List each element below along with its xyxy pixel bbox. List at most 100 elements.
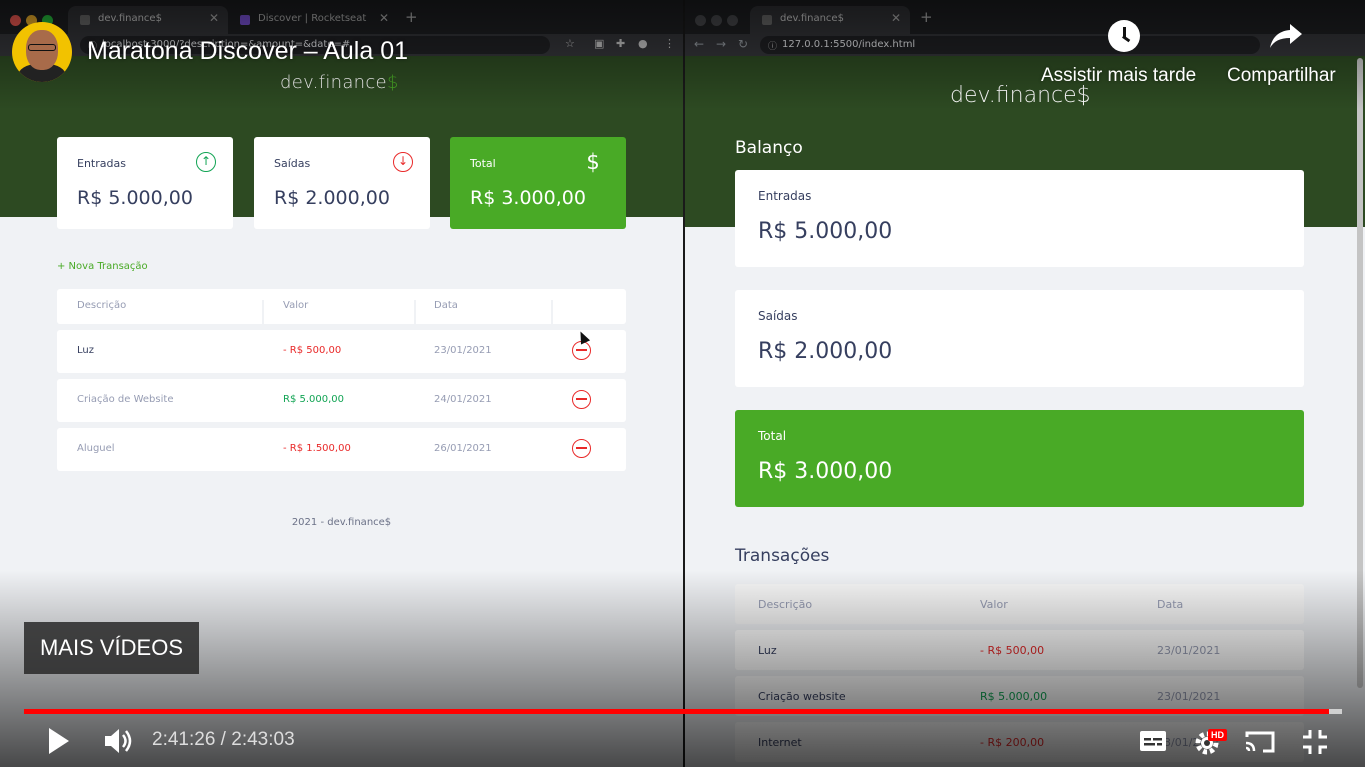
favicon-icon <box>240 15 250 25</box>
transaction-description: Luz <box>77 345 94 356</box>
transaction-amount: - R$ 200,00 <box>980 736 1045 749</box>
transaction-description: Aluguel <box>77 443 115 454</box>
remove-transaction-icon[interactable] <box>572 390 591 409</box>
right-toolbar: ← → ↻ ⓘ 127.0.0.1:5500/index.html <box>685 34 1365 56</box>
transaction-date: 23/01/2021 <box>1157 644 1221 657</box>
share-arrow-icon[interactable] <box>1268 22 1304 50</box>
url-text: 127.0.0.1:5500/index.html <box>782 39 916 50</box>
card-label: Saídas <box>758 309 798 323</box>
avatar-glasses <box>28 44 56 51</box>
subtitles-icon[interactable] <box>1139 729 1167 753</box>
transaction-date: 26/01/2021 <box>434 443 492 454</box>
total-card: Total R$ 3.000,00 <box>735 410 1304 507</box>
extension-icon[interactable]: ▣ <box>594 37 604 50</box>
window-controls <box>695 11 743 30</box>
transaction-date: 23/01/2021 <box>434 345 492 356</box>
tab-label: dev.finance$ <box>98 13 162 24</box>
card-value: R$ 3.000,00 <box>758 459 893 484</box>
close-window-button[interactable] <box>10 15 21 26</box>
transaction-description: Internet <box>758 736 802 749</box>
share-button[interactable]: Compartilhar <box>1227 65 1336 87</box>
logo-dollar: $ <box>386 72 399 93</box>
maximize-window-button[interactable] <box>727 15 738 26</box>
progress-bar[interactable] <box>24 709 1342 714</box>
total-card: Total $ R$ 3.000,00 <box>450 137 626 229</box>
play-button[interactable] <box>46 726 72 756</box>
transaction-date: 23/01/2021 <box>1157 690 1221 703</box>
transactions-title: Transações <box>735 546 830 566</box>
transaction-description: Luz <box>758 644 777 657</box>
transaction-amount: - R$ 500,00 <box>980 644 1045 657</box>
time-separator: / <box>215 729 232 750</box>
transaction-description: Criação website <box>758 690 846 703</box>
close-window-button[interactable] <box>695 15 706 26</box>
hd-badge: HD <box>1208 729 1227 741</box>
back-arrow-icon[interactable]: ← <box>694 37 704 51</box>
tab-label: Discover | Rocketseat <box>258 13 367 24</box>
table-row: Luz - R$ 500,00 23/01/2021 <box>57 330 626 373</box>
exit-fullscreen-icon[interactable] <box>1301 728 1329 756</box>
remove-transaction-icon[interactable] <box>572 439 591 458</box>
app-footer: 2021 - dev.finance$ <box>291 517 392 528</box>
arrow-down-circle-icon: ↓ <box>393 152 413 172</box>
profile-icon[interactable]: ● <box>638 37 648 50</box>
column-header: Valor <box>283 300 309 311</box>
card-label: Entradas <box>77 157 126 170</box>
video-title[interactable]: Maratona Discover – Aula 01 <box>87 37 408 66</box>
table-row: Luz - R$ 500,00 23/01/2021 <box>735 630 1304 670</box>
close-tab-icon[interactable]: ✕ <box>209 11 219 25</box>
tab-dev-finance[interactable]: dev.finance$ ✕ <box>750 6 910 34</box>
menu-kebab-icon[interactable]: ⋮ <box>664 37 675 50</box>
card-value: R$ 5.000,00 <box>758 219 893 244</box>
transaction-description: Criação de Website <box>77 394 174 405</box>
transaction-amount: - R$ 1.500,00 <box>283 443 351 454</box>
card-value: R$ 3.000,00 <box>470 187 586 209</box>
income-card: Entradas ↑ R$ 5.000,00 <box>57 137 233 229</box>
dollar-icon: $ <box>586 150 600 174</box>
card-label: Total <box>470 157 496 170</box>
forward-arrow-icon[interactable]: → <box>716 37 726 51</box>
close-tab-icon[interactable]: ✕ <box>891 11 901 25</box>
close-tab-icon[interactable]: ✕ <box>379 11 389 25</box>
transaction-amount: R$ 5.000,00 <box>980 690 1048 703</box>
arrow-up-circle-icon: ↑ <box>196 152 216 172</box>
watch-later-clock-icon[interactable] <box>1108 20 1140 52</box>
minimize-window-button[interactable] <box>711 15 722 26</box>
tab-dev-finance[interactable]: dev.finance$ ✕ <box>68 6 228 34</box>
card-label: Saídas <box>274 157 311 170</box>
income-card: Entradas R$ 5.000,00 <box>735 170 1304 267</box>
more-videos-button[interactable]: MAIS VÍDEOS <box>24 622 199 674</box>
volume-icon[interactable] <box>103 726 135 756</box>
card-value: R$ 2.000,00 <box>274 187 390 209</box>
right-browser-window: dev.finance$ ✕ + ← → ↻ ⓘ 127.0.0.1:5500/… <box>685 0 1365 767</box>
column-header: Data <box>434 300 458 311</box>
bookmark-star-icon[interactable]: ☆ <box>565 37 575 50</box>
address-bar[interactable]: ⓘ 127.0.0.1:5500/index.html <box>760 36 1260 54</box>
puzzle-icon[interactable]: ✚ <box>616 37 625 50</box>
reload-icon[interactable]: ↻ <box>738 37 748 51</box>
watch-later-button[interactable]: Assistir mais tarde <box>1041 65 1196 87</box>
column-header: Descrição <box>758 598 813 611</box>
transaction-amount: - R$ 500,00 <box>283 345 342 356</box>
card-value: R$ 2.000,00 <box>758 339 893 364</box>
expense-card: Saídas ↓ R$ 2.000,00 <box>254 137 430 229</box>
cast-icon[interactable] <box>1243 729 1277 755</box>
new-transaction-link[interactable]: + Nova Transação <box>57 261 148 272</box>
tab-discover-rocketseat[interactable]: Discover | Rocketseat ✕ <box>228 6 398 34</box>
right-tab-strip: dev.finance$ ✕ + <box>685 0 1365 34</box>
expense-card: Saídas R$ 2.000,00 <box>735 290 1304 387</box>
new-tab-icon[interactable]: + <box>920 8 933 26</box>
channel-avatar[interactable] <box>12 22 72 82</box>
logo-text: dev.finance <box>280 72 387 93</box>
page-scrollbar[interactable] <box>1357 58 1363 688</box>
new-tab-icon[interactable]: + <box>405 8 418 26</box>
balance-title: Balanço <box>735 138 803 158</box>
card-label: Total <box>758 429 787 443</box>
info-icon: ⓘ <box>768 42 778 52</box>
card-value: R$ 5.000,00 <box>77 187 193 209</box>
table-row: Aluguel - R$ 1.500,00 26/01/2021 <box>57 428 626 471</box>
video-player[interactable]: dev.finance$ ✕ Discover | Rocketseat ✕ +… <box>0 0 1365 767</box>
logo: dev.finance$ <box>280 72 399 93</box>
left-tab-strip: dev.finance$ ✕ Discover | Rocketseat ✕ + <box>0 0 683 34</box>
table-row: Criação de Website R$ 5.000,00 24/01/202… <box>57 379 626 422</box>
